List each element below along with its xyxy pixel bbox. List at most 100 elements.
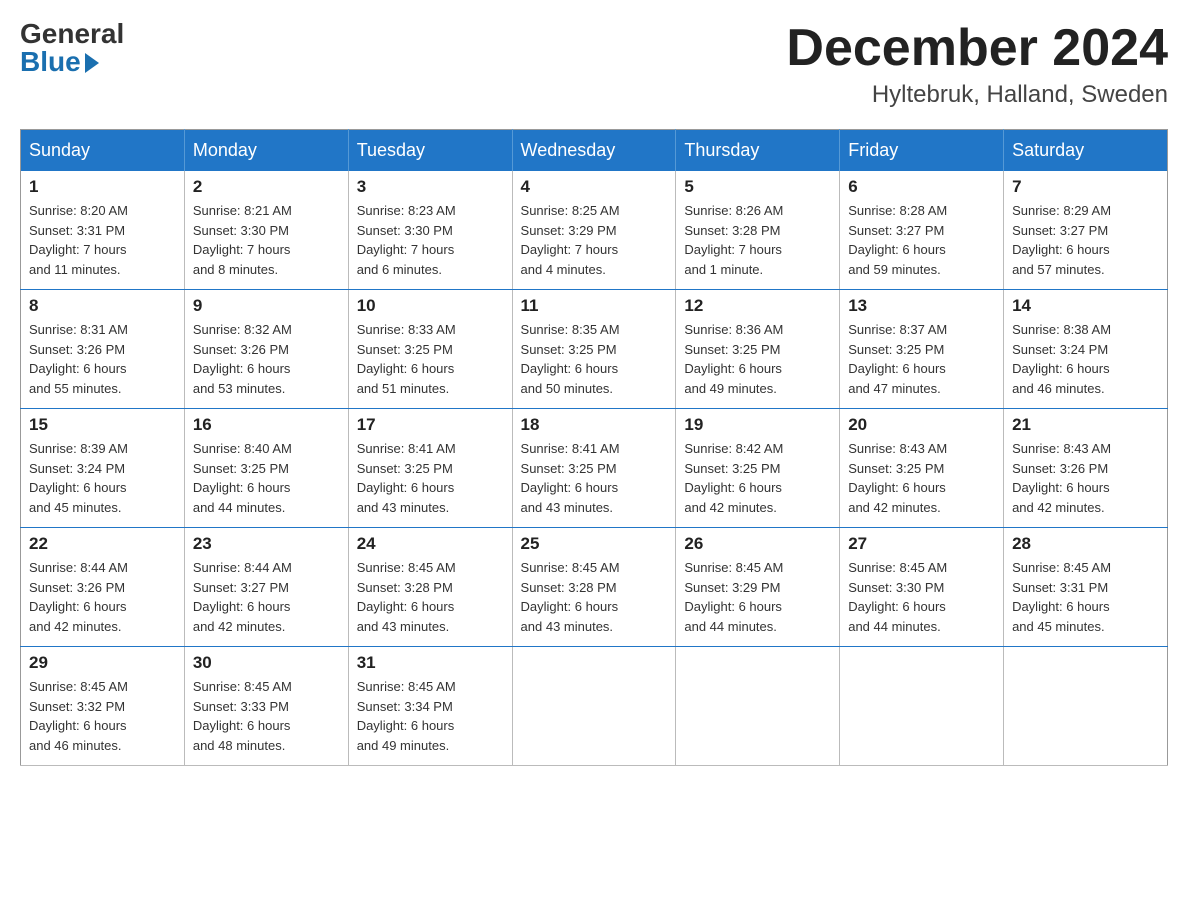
day-info: Sunrise: 8:32 AM Sunset: 3:26 PM Dayligh…: [193, 320, 340, 398]
day-info: Sunrise: 8:45 AM Sunset: 3:31 PM Dayligh…: [1012, 558, 1159, 636]
calendar-cell: 10 Sunrise: 8:33 AM Sunset: 3:25 PM Dayli…: [348, 290, 512, 409]
day-number: 17: [357, 415, 504, 435]
day-info: Sunrise: 8:41 AM Sunset: 3:25 PM Dayligh…: [521, 439, 668, 517]
day-info: Sunrise: 8:45 AM Sunset: 3:30 PM Dayligh…: [848, 558, 995, 636]
day-number: 6: [848, 177, 995, 197]
calendar-cell: 29 Sunrise: 8:45 AM Sunset: 3:32 PM Dayli…: [21, 647, 185, 766]
calendar-week-row: 1Sunrise: 8:20 AM Sunset: 3:31 PM Daylig…: [21, 171, 1168, 290]
day-number: 24: [357, 534, 504, 554]
calendar-week-row: 15 Sunrise: 8:39 AM Sunset: 3:24 PM Dayli…: [21, 409, 1168, 528]
calendar-cell: 24 Sunrise: 8:45 AM Sunset: 3:28 PM Dayli…: [348, 528, 512, 647]
calendar-day-header-saturday: Saturday: [1004, 130, 1168, 172]
calendar-day-header-thursday: Thursday: [676, 130, 840, 172]
calendar-cell: 14Sunrise: 8:38 AM Sunset: 3:24 PM Dayli…: [1004, 290, 1168, 409]
calendar-cell: 18 Sunrise: 8:41 AM Sunset: 3:25 PM Dayli…: [512, 409, 676, 528]
day-number: 7: [1012, 177, 1159, 197]
day-info: Sunrise: 8:44 AM Sunset: 3:26 PM Dayligh…: [29, 558, 176, 636]
day-info: Sunrise: 8:36 AM Sunset: 3:25 PM Dayligh…: [684, 320, 831, 398]
day-number: 29: [29, 653, 176, 673]
day-number: 18: [521, 415, 668, 435]
day-info: Sunrise: 8:45 AM Sunset: 3:34 PM Dayligh…: [357, 677, 504, 755]
day-info: Sunrise: 8:39 AM Sunset: 3:24 PM Dayligh…: [29, 439, 176, 517]
day-info: Sunrise: 8:43 AM Sunset: 3:25 PM Dayligh…: [848, 439, 995, 517]
calendar-cell: 9 Sunrise: 8:32 AM Sunset: 3:26 PM Daylig…: [184, 290, 348, 409]
calendar-cell: 28Sunrise: 8:45 AM Sunset: 3:31 PM Dayli…: [1004, 528, 1168, 647]
calendar-day-header-tuesday: Tuesday: [348, 130, 512, 172]
calendar-cell: 2 Sunrise: 8:21 AM Sunset: 3:30 PM Daylig…: [184, 171, 348, 290]
calendar-table: SundayMondayTuesdayWednesdayThursdayFrid…: [20, 129, 1168, 766]
calendar-day-header-friday: Friday: [840, 130, 1004, 172]
day-info: Sunrise: 8:41 AM Sunset: 3:25 PM Dayligh…: [357, 439, 504, 517]
calendar-cell: 6 Sunrise: 8:28 AM Sunset: 3:27 PM Daylig…: [840, 171, 1004, 290]
day-info: Sunrise: 8:45 AM Sunset: 3:33 PM Dayligh…: [193, 677, 340, 755]
day-info: Sunrise: 8:25 AM Sunset: 3:29 PM Dayligh…: [521, 201, 668, 279]
day-number: 21: [1012, 415, 1159, 435]
calendar-cell: [512, 647, 676, 766]
logo: General Blue: [20, 20, 124, 76]
calendar-cell: 30 Sunrise: 8:45 AM Sunset: 3:33 PM Dayli…: [184, 647, 348, 766]
location-title: Hyltebruk, Halland, Sweden: [786, 81, 1168, 109]
calendar-cell: 4 Sunrise: 8:25 AM Sunset: 3:29 PM Daylig…: [512, 171, 676, 290]
day-info: Sunrise: 8:45 AM Sunset: 3:32 PM Dayligh…: [29, 677, 176, 755]
calendar-cell: 27 Sunrise: 8:45 AM Sunset: 3:30 PM Dayli…: [840, 528, 1004, 647]
day-number: 10: [357, 296, 504, 316]
day-number: 2: [193, 177, 340, 197]
calendar-cell: 17 Sunrise: 8:41 AM Sunset: 3:25 PM Dayli…: [348, 409, 512, 528]
day-number: 13: [848, 296, 995, 316]
day-info: Sunrise: 8:45 AM Sunset: 3:28 PM Dayligh…: [521, 558, 668, 636]
calendar-week-row: 29 Sunrise: 8:45 AM Sunset: 3:32 PM Dayli…: [21, 647, 1168, 766]
day-number: 31: [357, 653, 504, 673]
calendar-cell: 11Sunrise: 8:35 AM Sunset: 3:25 PM Dayli…: [512, 290, 676, 409]
calendar-cell: 3Sunrise: 8:23 AM Sunset: 3:30 PM Daylig…: [348, 171, 512, 290]
calendar-cell: 26Sunrise: 8:45 AM Sunset: 3:29 PM Dayli…: [676, 528, 840, 647]
calendar-cell: 21 Sunrise: 8:43 AM Sunset: 3:26 PM Dayli…: [1004, 409, 1168, 528]
day-number: 4: [521, 177, 668, 197]
calendar-cell: 7 Sunrise: 8:29 AM Sunset: 3:27 PM Daylig…: [1004, 171, 1168, 290]
day-number: 25: [521, 534, 668, 554]
calendar-cell: 25 Sunrise: 8:45 AM Sunset: 3:28 PM Dayli…: [512, 528, 676, 647]
calendar-week-row: 8Sunrise: 8:31 AM Sunset: 3:26 PM Daylig…: [21, 290, 1168, 409]
calendar-cell: 8Sunrise: 8:31 AM Sunset: 3:26 PM Daylig…: [21, 290, 185, 409]
day-info: Sunrise: 8:29 AM Sunset: 3:27 PM Dayligh…: [1012, 201, 1159, 279]
calendar-day-header-sunday: Sunday: [21, 130, 185, 172]
day-number: 9: [193, 296, 340, 316]
day-number: 14: [1012, 296, 1159, 316]
month-title: December 2024: [786, 20, 1168, 77]
day-info: Sunrise: 8:20 AM Sunset: 3:31 PM Dayligh…: [29, 201, 176, 279]
day-info: Sunrise: 8:35 AM Sunset: 3:25 PM Dayligh…: [521, 320, 668, 398]
calendar-cell: 31 Sunrise: 8:45 AM Sunset: 3:34 PM Dayli…: [348, 647, 512, 766]
day-number: 27: [848, 534, 995, 554]
calendar-cell: 13 Sunrise: 8:37 AM Sunset: 3:25 PM Dayli…: [840, 290, 1004, 409]
title-section: December 2024 Hyltebruk, Halland, Sweden: [786, 20, 1168, 109]
day-info: Sunrise: 8:42 AM Sunset: 3:25 PM Dayligh…: [684, 439, 831, 517]
day-info: Sunrise: 8:44 AM Sunset: 3:27 PM Dayligh…: [193, 558, 340, 636]
day-info: Sunrise: 8:33 AM Sunset: 3:25 PM Dayligh…: [357, 320, 504, 398]
day-number: 3: [357, 177, 504, 197]
calendar-cell: 22 Sunrise: 8:44 AM Sunset: 3:26 PM Dayli…: [21, 528, 185, 647]
calendar-cell: 16Sunrise: 8:40 AM Sunset: 3:25 PM Dayli…: [184, 409, 348, 528]
day-number: 12: [684, 296, 831, 316]
day-number: 5: [684, 177, 831, 197]
day-info: Sunrise: 8:43 AM Sunset: 3:26 PM Dayligh…: [1012, 439, 1159, 517]
day-info: Sunrise: 8:37 AM Sunset: 3:25 PM Dayligh…: [848, 320, 995, 398]
calendar-cell: [840, 647, 1004, 766]
logo-general-text: General: [20, 20, 124, 48]
calendar-cell: 12 Sunrise: 8:36 AM Sunset: 3:25 PM Dayli…: [676, 290, 840, 409]
day-info: Sunrise: 8:45 AM Sunset: 3:28 PM Dayligh…: [357, 558, 504, 636]
calendar-cell: 15 Sunrise: 8:39 AM Sunset: 3:24 PM Dayli…: [21, 409, 185, 528]
logo-triangle-icon: [85, 53, 99, 73]
day-number: 22: [29, 534, 176, 554]
day-number: 19: [684, 415, 831, 435]
calendar-day-header-monday: Monday: [184, 130, 348, 172]
day-number: 8: [29, 296, 176, 316]
page-header: General Blue December 2024 Hyltebruk, Ha…: [20, 20, 1168, 109]
day-info: Sunrise: 8:40 AM Sunset: 3:25 PM Dayligh…: [193, 439, 340, 517]
calendar-cell: [676, 647, 840, 766]
day-number: 30: [193, 653, 340, 673]
day-info: Sunrise: 8:28 AM Sunset: 3:27 PM Dayligh…: [848, 201, 995, 279]
day-number: 15: [29, 415, 176, 435]
day-info: Sunrise: 8:21 AM Sunset: 3:30 PM Dayligh…: [193, 201, 340, 279]
calendar-cell: 20Sunrise: 8:43 AM Sunset: 3:25 PM Dayli…: [840, 409, 1004, 528]
calendar-cell: 5Sunrise: 8:26 AM Sunset: 3:28 PM Daylig…: [676, 171, 840, 290]
logo-blue-text: Blue: [20, 48, 81, 76]
